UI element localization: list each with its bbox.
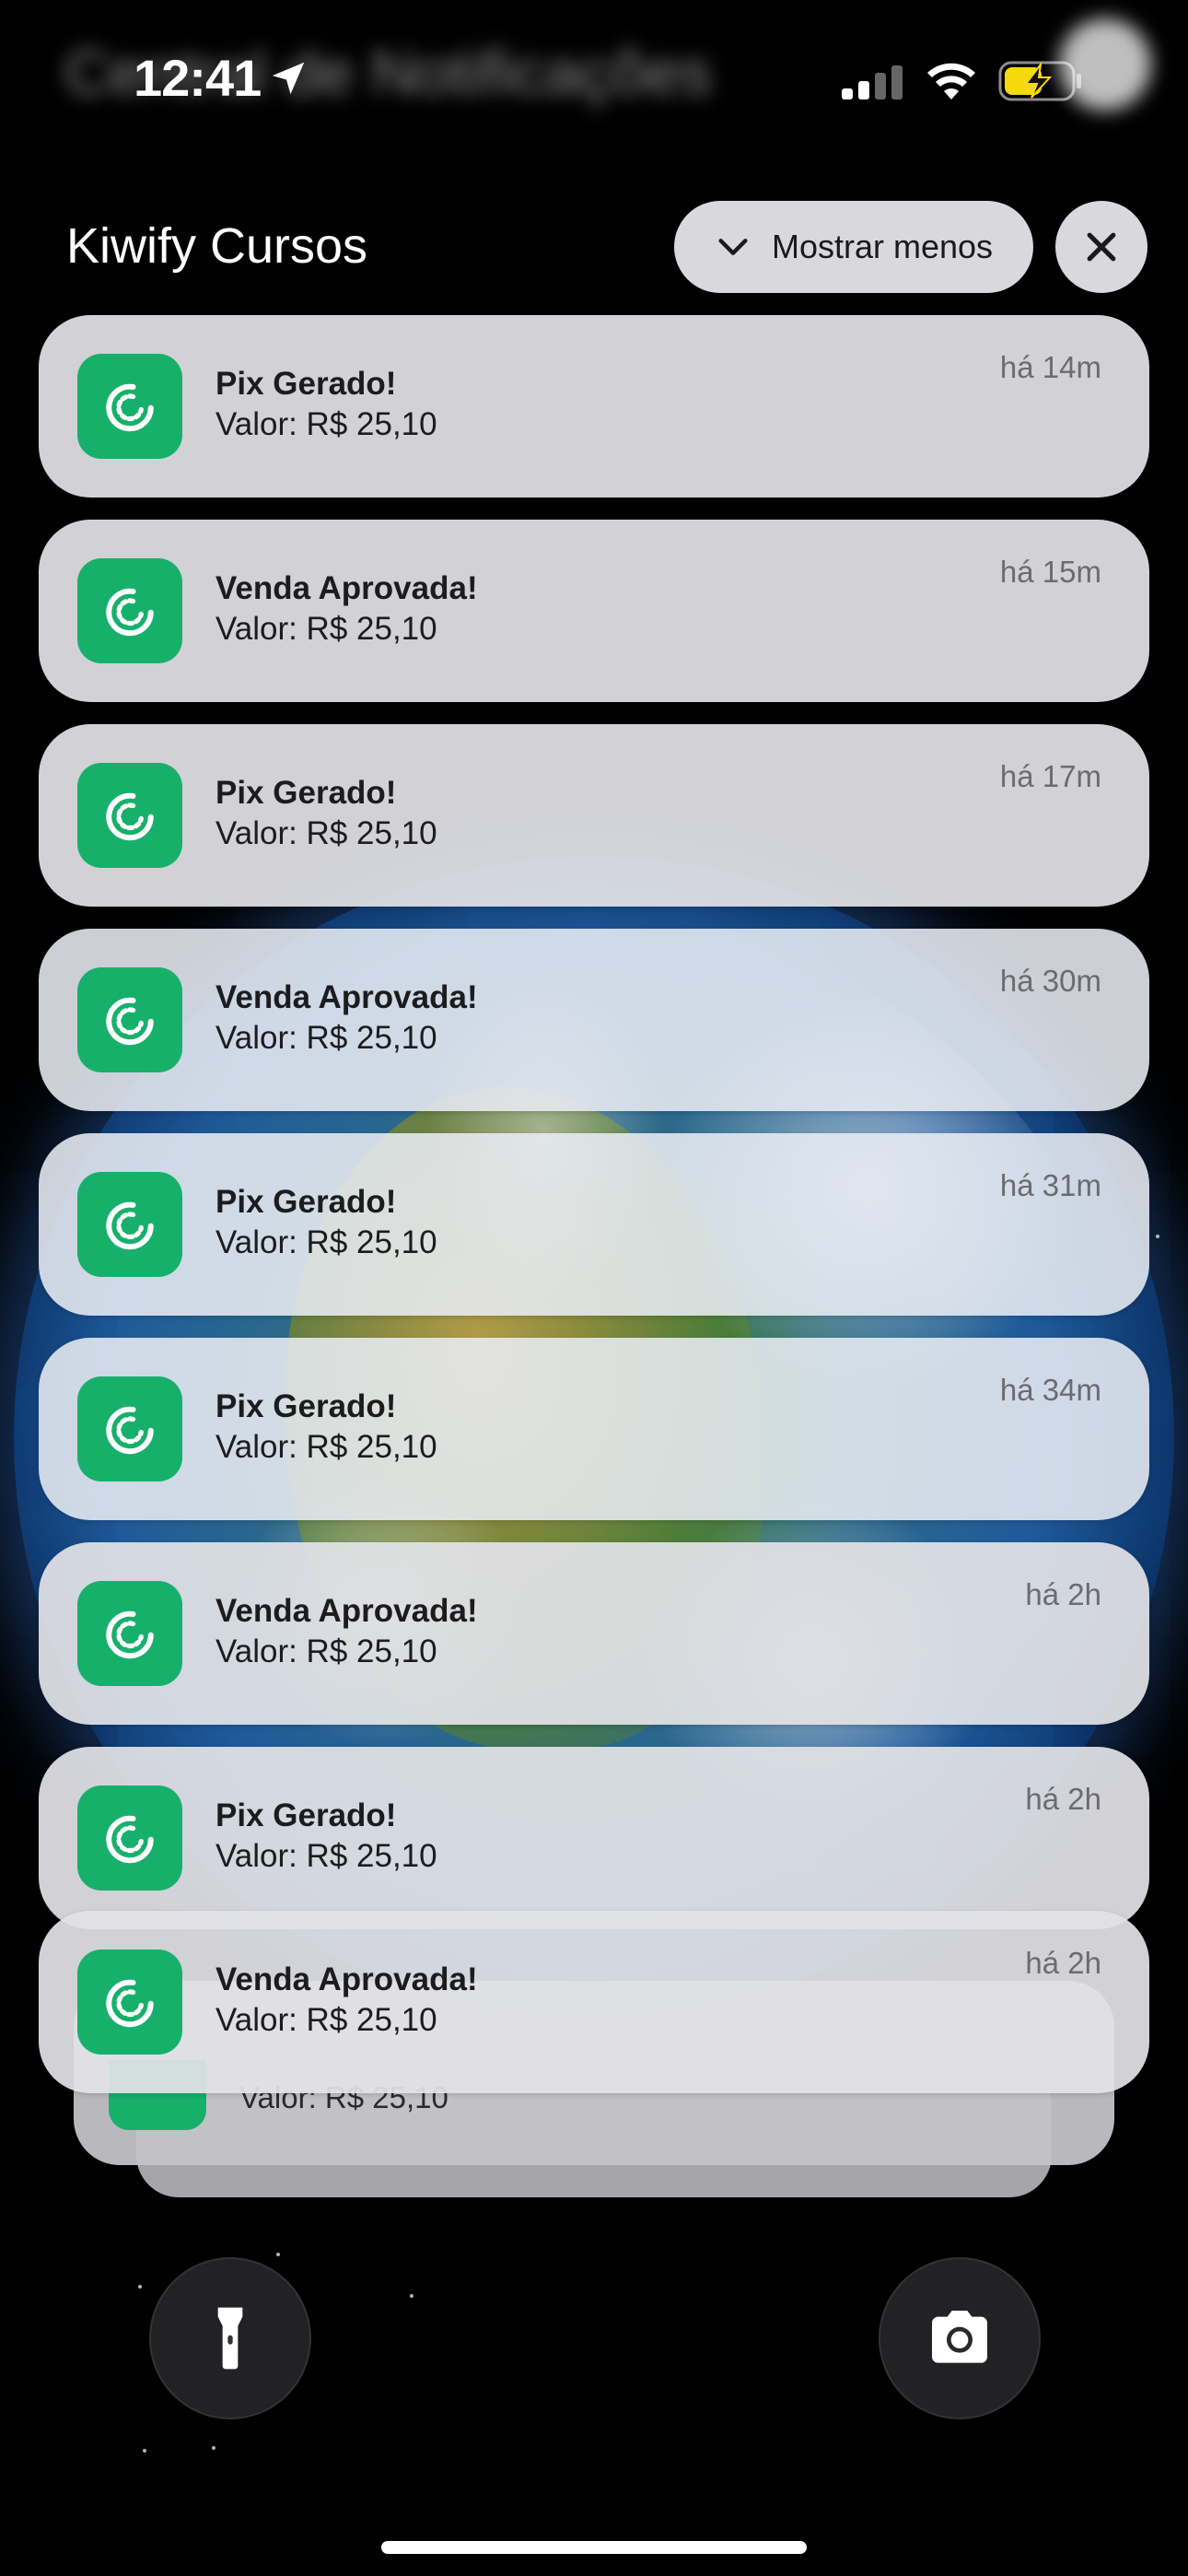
notification-body: Valor: R$ 25,10 — [215, 406, 437, 442]
kiwify-logo-icon — [77, 1950, 182, 2055]
show-less-button[interactable]: Mostrar menos — [674, 201, 1033, 293]
notification-title: Pix Gerado! — [215, 775, 397, 811]
clear-group-button[interactable] — [1055, 201, 1147, 293]
cellular-signal-icon — [842, 65, 903, 100]
status-time: 12:41 — [134, 49, 262, 107]
notification-time: há 2h — [1025, 1946, 1101, 1980]
notification-body: Valor: R$ 25,10 — [215, 815, 437, 851]
notification-card[interactable]: Pix Gerado! Valor: R$ 25,10 há 2h — [39, 1747, 1149, 1929]
notification-title: Pix Gerado! — [215, 1184, 397, 1220]
camera-button[interactable] — [879, 2257, 1041, 2419]
notification-time: há 30m — [999, 964, 1101, 998]
kiwify-logo-icon — [77, 967, 182, 1072]
notification-card[interactable]: Venda Aprovada! Valor: R$ 25,10 há 2h — [39, 1911, 1149, 2093]
flashlight-icon — [217, 2307, 243, 2370]
notification-time: há 2h — [1025, 1782, 1101, 1816]
star — [143, 2449, 146, 2453]
notification-time: há 17m — [999, 759, 1101, 793]
notification-time: há 31m — [999, 1168, 1101, 1202]
notification-body: Valor: R$ 25,10 — [215, 1838, 437, 1874]
kiwify-logo-icon — [77, 1172, 182, 1277]
notification-time: há 15m — [999, 555, 1101, 589]
notification-card[interactable]: Pix Gerado! Valor: R$ 25,10 há 31m — [39, 1133, 1149, 1316]
flashlight-button[interactable] — [149, 2257, 311, 2419]
star — [212, 2446, 215, 2450]
notification-card[interactable]: Pix Gerado! Valor: R$ 25,10 há 14m — [39, 315, 1149, 498]
kiwify-logo-icon — [77, 763, 182, 868]
notification-title: Venda Aprovada! — [215, 1961, 478, 1997]
status-bar: Central de Notificações 12:41 — [0, 0, 1188, 157]
notification-body: Valor: R$ 25,10 — [215, 2002, 437, 2038]
kiwify-logo-icon — [77, 558, 182, 663]
notification-body: Valor: R$ 25,10 — [215, 1429, 437, 1465]
star — [410, 2294, 413, 2298]
notification-card[interactable]: Venda Aprovada! Valor: R$ 25,10 há 30m — [39, 929, 1149, 1111]
home-indicator[interactable] — [381, 2541, 807, 2554]
notification-time: há 2h — [1025, 1577, 1101, 1611]
notification-title: Pix Gerado! — [215, 1797, 397, 1833]
camera-icon — [932, 2311, 987, 2363]
notification-title: Pix Gerado! — [215, 1388, 397, 1424]
notification-card[interactable]: Pix Gerado! Valor: R$ 25,10 há 34m — [39, 1338, 1149, 1520]
star — [276, 2253, 280, 2256]
location-arrow-icon — [272, 62, 305, 95]
notification-body: Valor: R$ 25,10 — [215, 1633, 437, 1669]
notification-card[interactable]: Pix Gerado! Valor: R$ 25,10 há 17m — [39, 724, 1149, 907]
notification-title: Venda Aprovada! — [215, 1593, 478, 1629]
kiwify-logo-icon — [77, 1786, 182, 1891]
notification-body: Valor: R$ 25,10 — [215, 611, 437, 647]
blurred-avatar — [1059, 18, 1151, 111]
notification-title: Venda Aprovada! — [215, 979, 478, 1015]
notification-title: Venda Aprovada! — [215, 570, 478, 606]
notification-time: há 34m — [999, 1373, 1101, 1407]
wifi-icon — [927, 63, 975, 100]
show-less-label: Mostrar menos — [771, 228, 994, 265]
notification-body: Valor: R$ 25,10 — [215, 1020, 437, 1056]
chevron-down-icon — [718, 239, 748, 255]
star — [1156, 1235, 1159, 1238]
notification-card[interactable]: Venda Aprovada! Valor: R$ 25,10 há 2h — [39, 1542, 1149, 1725]
notification-group-title: Kiwify Cursos — [66, 218, 368, 274]
notification-card[interactable]: Venda Aprovada! Valor: R$ 25,10 há 15m — [39, 520, 1149, 702]
close-icon — [1087, 232, 1116, 262]
star — [138, 2285, 142, 2289]
kiwify-logo-icon — [77, 354, 182, 459]
kiwify-logo-icon — [77, 1376, 182, 1481]
notification-title: Pix Gerado! — [215, 366, 397, 402]
notification-time: há 14m — [999, 350, 1101, 384]
kiwify-logo-icon — [77, 1581, 182, 1686]
notification-body: Valor: R$ 25,10 — [215, 1224, 437, 1260]
